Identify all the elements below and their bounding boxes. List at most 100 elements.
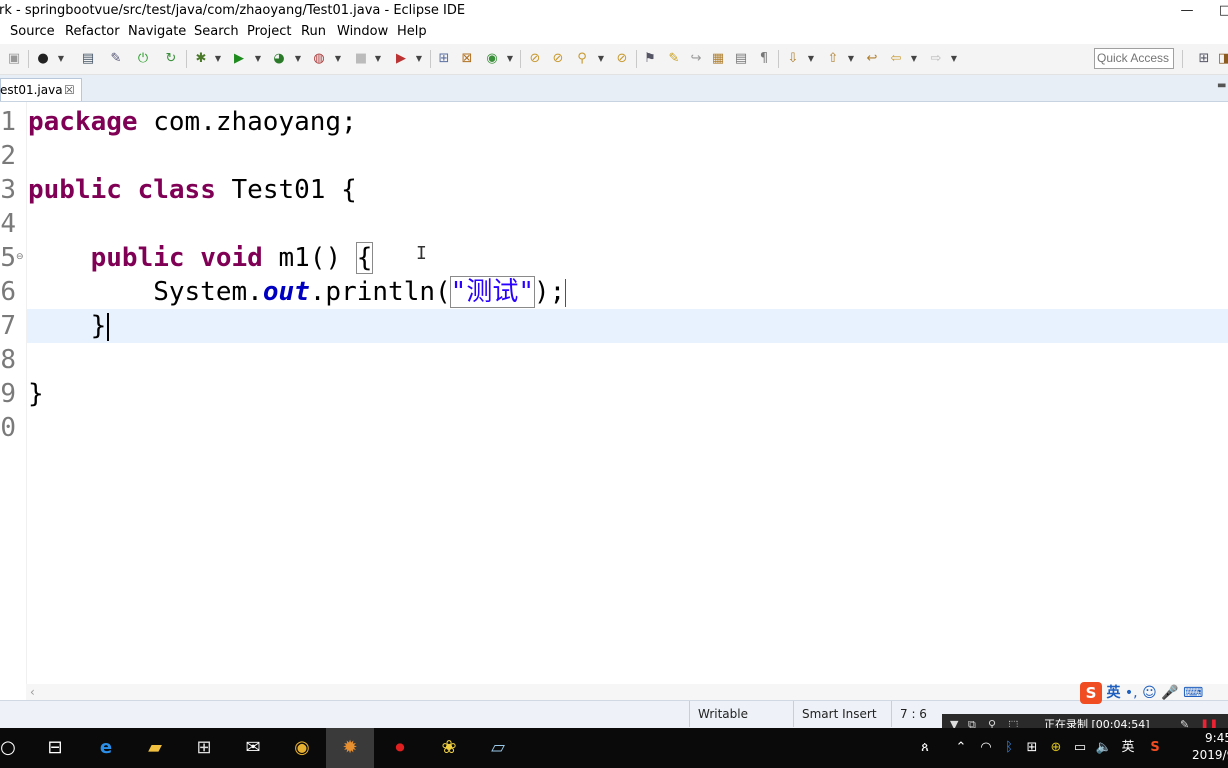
- bluetooth-icon[interactable]: ᛒ: [1000, 738, 1018, 758]
- open-task-icon[interactable]: ⊘: [614, 51, 630, 67]
- chevron-down-icon[interactable]: ▼: [847, 51, 855, 67]
- menu-help[interactable]: Help: [397, 22, 427, 42]
- open-resource-icon[interactable]: ⊘: [550, 51, 566, 67]
- open-type-icon[interactable]: ⊘: [527, 51, 543, 67]
- task-view-icon[interactable]: ⊟: [43, 736, 67, 760]
- chevron-down-icon[interactable]: ▼: [254, 51, 262, 67]
- horizontal-scrollbar[interactable]: ‹: [26, 684, 1228, 700]
- word-wrap-icon[interactable]: ↪: [688, 51, 704, 67]
- new-wizard-icon[interactable]: ◉: [484, 51, 500, 67]
- package-icon[interactable]: ⊠: [459, 51, 475, 67]
- menu-project[interactable]: Project: [247, 22, 291, 42]
- back-icon[interactable]: ⇦: [888, 51, 904, 67]
- search-icon[interactable]: ⚲: [574, 51, 590, 67]
- perspective-icon[interactable]: ⊞: [1196, 51, 1212, 67]
- recorder-icon[interactable]: ⏺: [388, 736, 412, 760]
- fold-collapse-icon[interactable]: ⊖: [16, 253, 24, 262]
- keyboard-icon[interactable]: ⌨: [1183, 685, 1203, 701]
- terminal-icon[interactable]: ▤: [80, 51, 96, 67]
- run-icon[interactable]: ▶: [231, 51, 247, 67]
- chevron-down-icon[interactable]: ▼: [415, 51, 423, 67]
- code-line-9[interactable]: }: [28, 377, 44, 411]
- cortana-icon[interactable]: ○: [0, 736, 20, 760]
- chevron-down-icon[interactable]: ▼: [807, 51, 815, 67]
- yellow-app-icon[interactable]: ❀: [437, 736, 461, 760]
- code-line-7[interactable]: }: [28, 309, 110, 343]
- volume-icon[interactable]: 🔈: [1095, 738, 1113, 758]
- file-explorer-icon[interactable]: ▰: [143, 736, 167, 760]
- chevron-down-icon[interactable]: ▼: [294, 51, 302, 67]
- scroll-left-icon[interactable]: ‹: [30, 684, 35, 700]
- security-icon[interactable]: ⊞: [1023, 738, 1041, 758]
- spring-boot-icon[interactable]: ⏻: [135, 51, 151, 67]
- code-line-1[interactable]: package com.zhaoyang;: [28, 105, 357, 139]
- chrome-icon[interactable]: ◉: [290, 736, 314, 760]
- system-clock[interactable]: 9:45 2019/9/: [1192, 730, 1228, 764]
- menu-refactor[interactable]: Refactor: [65, 22, 120, 42]
- keyword: package: [28, 107, 138, 137]
- close-icon[interactable]: ☒: [64, 79, 75, 101]
- menu-window[interactable]: Window: [337, 22, 388, 42]
- menu-source[interactable]: Source: [10, 22, 55, 42]
- wifi-icon[interactable]: ◠: [977, 738, 995, 758]
- tray-ime-language[interactable]: 英: [1119, 738, 1137, 758]
- sogou-ime-icon[interactable]: S: [1080, 682, 1102, 704]
- chevron-down-icon[interactable]: ▼: [57, 51, 65, 67]
- java-perspective-icon[interactable]: ◨: [1216, 51, 1228, 67]
- chevron-down-icon[interactable]: ▼: [910, 51, 918, 67]
- minimize-view-icon[interactable]: ▬: [1217, 81, 1227, 91]
- pilcrow-icon[interactable]: ¶: [756, 51, 772, 67]
- ime-punctuation[interactable]: •,: [1125, 685, 1138, 701]
- last-edit-icon[interactable]: ↩: [864, 51, 880, 67]
- previous-annotation-icon[interactable]: ⇧: [825, 51, 841, 67]
- block-select-icon[interactable]: ▦: [710, 51, 726, 67]
- menu-search[interactable]: Search: [194, 22, 239, 42]
- store-icon[interactable]: ⊞: [192, 736, 216, 760]
- next-annotation-icon[interactable]: ⇩: [785, 51, 801, 67]
- menu-navigate[interactable]: Navigate: [128, 22, 186, 42]
- forward-icon[interactable]: ⇨: [928, 51, 944, 67]
- annotation-icon[interactable]: ⚑: [642, 51, 658, 67]
- account-icon[interactable]: ●: [35, 51, 51, 67]
- menu-run[interactable]: Run: [301, 22, 326, 42]
- code-editor[interactable]: 1 2 3 4 5 ⊖ 6 7 8 9 0 package com.zhaoya…: [0, 102, 1228, 684]
- pin-icon[interactable]: ✎: [108, 51, 124, 67]
- sogou-tray-icon[interactable]: S: [1146, 738, 1164, 758]
- toolbar-separator: [1182, 50, 1183, 68]
- tab-test01-java[interactable]: est01.java ☒: [0, 78, 82, 101]
- show-hidden-icons-icon[interactable]: ⌃: [952, 738, 970, 758]
- quick-access-input[interactable]: [1094, 48, 1174, 69]
- chevron-down-icon[interactable]: ▼: [506, 51, 514, 67]
- edge-icon[interactable]: e: [94, 736, 118, 760]
- microphone-icon[interactable]: 🎤: [1161, 685, 1178, 701]
- code-line-3[interactable]: public class Test01 {: [28, 173, 357, 207]
- new-class-icon[interactable]: ⊞: [436, 51, 452, 67]
- chevron-down-icon[interactable]: ▼: [597, 51, 605, 67]
- code-line-5[interactable]: public void m1() {: [28, 241, 374, 275]
- mail-icon[interactable]: ✉: [241, 736, 265, 760]
- maximize-button[interactable]: □: [1210, 0, 1228, 22]
- external-tools-icon[interactable]: ◍: [311, 51, 327, 67]
- notepad-icon[interactable]: ▱: [486, 736, 510, 760]
- chevron-down-icon[interactable]: ▼: [374, 51, 382, 67]
- stop-icon[interactable]: ■: [353, 51, 369, 67]
- coverage-icon[interactable]: ◕: [271, 51, 287, 67]
- battery-icon[interactable]: ▭: [1071, 738, 1089, 758]
- refresh-icon[interactable]: ↻: [163, 51, 179, 67]
- code-line-6[interactable]: System.out.println("测试");: [28, 275, 567, 309]
- emoji-icon[interactable]: ☺: [1142, 685, 1157, 701]
- ime-toolbar[interactable]: S 英 •, ☺ 🎤 ⌨: [1080, 681, 1203, 705]
- minimize-button[interactable]: —: [1172, 0, 1202, 22]
- save-icon[interactable]: ▣: [6, 51, 22, 67]
- app-tray-icon[interactable]: ⊕: [1047, 738, 1065, 758]
- ime-language[interactable]: 英: [1106, 685, 1120, 701]
- marker-icon[interactable]: ✎: [666, 51, 682, 67]
- eclipse-icon[interactable]: ✹: [338, 736, 362, 760]
- debug-icon[interactable]: ✱: [193, 51, 209, 67]
- show-whitespace-icon[interactable]: ▤: [733, 51, 749, 67]
- chevron-down-icon[interactable]: ▼: [950, 51, 958, 67]
- new-server-icon[interactable]: ▶: [393, 51, 409, 67]
- chevron-down-icon[interactable]: ▼: [334, 51, 342, 67]
- people-icon[interactable]: ጰ: [916, 738, 934, 758]
- chevron-down-icon[interactable]: ▼: [214, 51, 222, 67]
